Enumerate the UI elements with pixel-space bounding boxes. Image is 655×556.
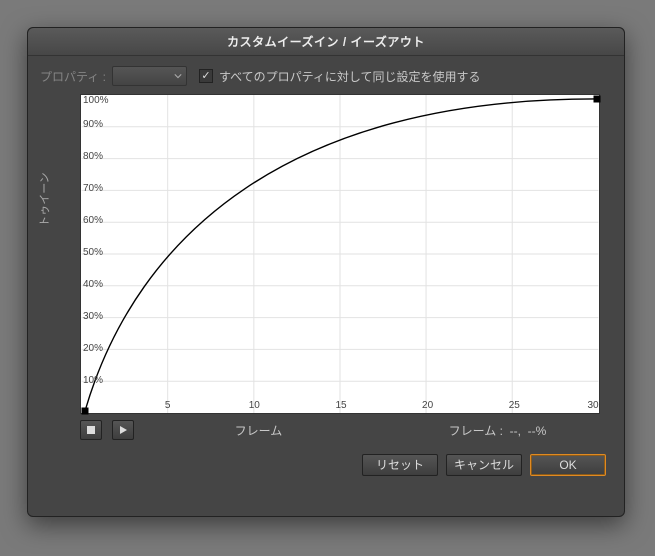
ok-button[interactable]: OK: [530, 454, 606, 476]
ease-curve-graph[interactable]: 100% 90% 80% 70% 60% 50% 40% 30% 20% 10%…: [80, 94, 600, 414]
frame-status-label: フレーム :: [449, 424, 503, 438]
y-tick: 30%: [83, 311, 103, 322]
play-icon: [118, 425, 128, 435]
frame-status-value: --: [510, 424, 518, 438]
property-label: プロパティ :: [40, 68, 106, 85]
y-tick: 90%: [83, 119, 103, 130]
x-tick: 20: [422, 400, 433, 411]
stop-button[interactable]: [80, 420, 102, 440]
dialog-title: カスタムイーズイン / イーズアウト: [28, 28, 624, 56]
use-same-settings-checkbox[interactable]: [199, 69, 213, 83]
x-tick: 15: [335, 400, 346, 411]
y-axis-label: トゥイーン: [36, 172, 52, 226]
y-tick: 10%: [83, 375, 103, 386]
frame-status: フレーム : --, --%: [383, 422, 612, 439]
frame-status-percent: --%: [528, 424, 547, 438]
y-tick: 20%: [83, 343, 103, 354]
x-tick: 5: [165, 400, 171, 411]
y-tick: 40%: [83, 279, 103, 290]
curve-anchor-end[interactable]: [594, 96, 601, 103]
graph-svg: [81, 95, 599, 413]
x-tick: 25: [509, 400, 520, 411]
property-dropdown[interactable]: [112, 66, 187, 86]
reset-button[interactable]: リセット: [362, 454, 438, 476]
y-tick: 60%: [83, 215, 103, 226]
chevron-down-icon: [174, 72, 182, 80]
ease-dialog: カスタムイーズイン / イーズアウト プロパティ : すべてのプロパティに対して…: [27, 27, 625, 517]
y-tick: 50%: [83, 247, 103, 258]
cancel-button[interactable]: キャンセル: [446, 454, 522, 476]
y-tick: 80%: [83, 151, 103, 162]
y-tick: 100%: [83, 95, 109, 106]
curve-anchor-start[interactable]: [82, 408, 89, 415]
x-axis-label: フレーム: [144, 422, 373, 439]
play-button[interactable]: [112, 420, 134, 440]
x-tick: 30: [587, 400, 598, 411]
x-tick: 10: [249, 400, 260, 411]
use-same-settings-label: すべてのプロパティに対して同じ設定を使用する: [219, 68, 481, 85]
stop-icon: [86, 425, 96, 435]
y-tick: 70%: [83, 183, 103, 194]
property-row: プロパティ : すべてのプロパティに対して同じ設定を使用する: [28, 56, 624, 94]
